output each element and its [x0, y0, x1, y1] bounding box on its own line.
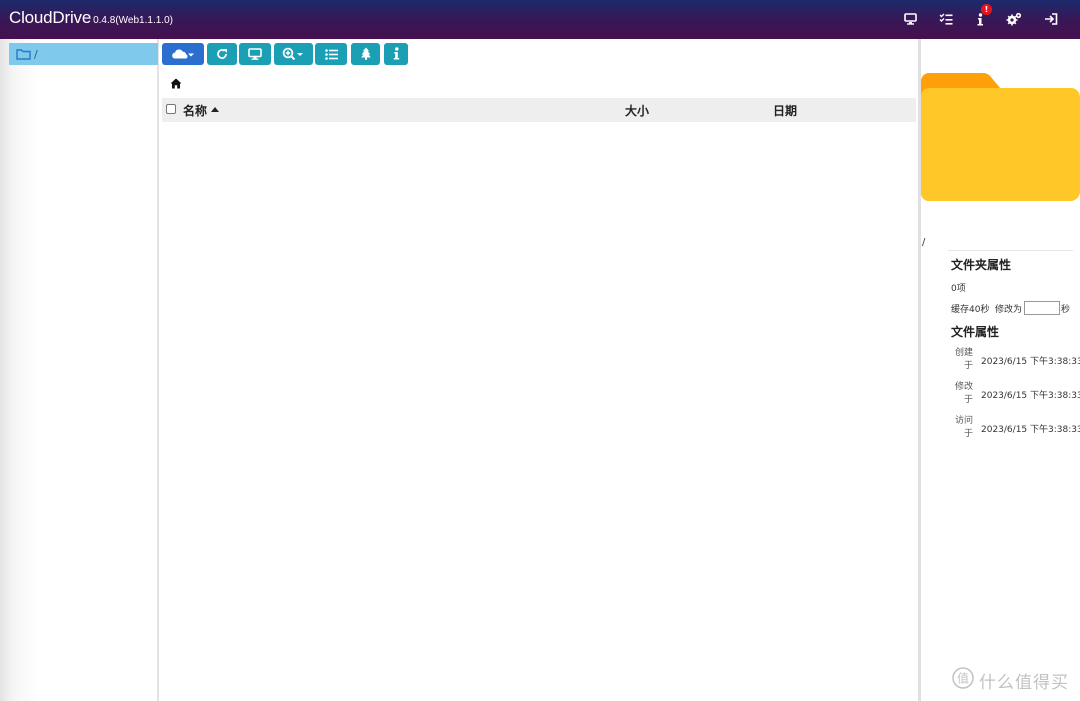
sort-asc-icon [211, 107, 220, 112]
tree-icon [360, 45, 371, 64]
logout-icon[interactable] [1043, 11, 1059, 27]
app-name: CloudDrive [9, 8, 92, 27]
tasks-icon[interactable] [938, 11, 954, 27]
notification-badge: ! [981, 4, 992, 15]
info-icon [393, 45, 400, 64]
breadcrumb-home[interactable] [170, 74, 182, 89]
accessed-label: 访问于 [954, 416, 973, 439]
list-icon [324, 45, 338, 64]
modify-label: 修改为 [995, 305, 1023, 315]
tree-item-label: / [34, 47, 38, 61]
folder-tree-sidebar: / [0, 39, 159, 701]
column-name-header[interactable]: 名称 [183, 102, 220, 119]
info-icon[interactable]: ! [972, 4, 992, 27]
tree-button[interactable] [351, 43, 380, 65]
accessed-value: 2023/6/15 下午3:38:33 [981, 425, 1080, 435]
current-path: / [922, 237, 926, 248]
watermark-text: 什么值得买 [979, 672, 1069, 693]
select-all-checkbox[interactable] [166, 104, 176, 114]
svg-text:值: 值 [957, 671, 969, 686]
details-panel: / 文件夹属性 0项 缓存40秒 修改为 秒 文件属性 创建于 2023/6/1… [921, 39, 1080, 701]
file-props-title: 文件属性 [951, 325, 1000, 339]
refresh-button[interactable] [207, 43, 237, 65]
column-date-header[interactable]: 日期 [773, 102, 797, 119]
app-brand: CloudDrive 0.4.8(Web1.1.1.0) [9, 8, 173, 28]
column-name-label: 名称 [183, 104, 208, 118]
created-value: 2023/6/15 下午3:38:33 [981, 357, 1080, 367]
list-view-button[interactable] [315, 43, 347, 65]
item-count: 0项 [951, 284, 966, 294]
zoom-dropdown-button[interactable] [274, 43, 313, 65]
file-table-header: 名称 大小 日期 [162, 98, 916, 122]
tree-item-root[interactable]: / [9, 43, 158, 65]
cache-label: 缓存40秒 [951, 305, 990, 315]
zoom-in-icon [282, 45, 306, 64]
monitor-button[interactable] [239, 43, 271, 65]
watermark: 值 什么值得买 [952, 667, 1069, 693]
folder-props-title: 文件夹属性 [951, 258, 1012, 272]
cloud-icon [171, 45, 195, 64]
modified-value: 2023/6/15 下午3:38:33 [981, 391, 1080, 401]
cache-seconds-input[interactable] [1024, 301, 1060, 315]
file-list-panel: 名称 大小 日期 [161, 39, 918, 701]
monitor-icon [248, 45, 262, 64]
refresh-icon [216, 45, 228, 64]
modified-label: 修改于 [954, 382, 973, 405]
home-icon [170, 74, 182, 93]
monitor-icon[interactable] [902, 11, 918, 27]
folder-icon [921, 73, 1080, 205]
folder-icon [16, 45, 31, 64]
created-label: 创建于 [954, 348, 973, 371]
info-button[interactable] [384, 43, 408, 65]
cloud-dropdown-button[interactable] [162, 43, 204, 65]
settings-icon[interactable] [1006, 11, 1022, 27]
column-size-header[interactable]: 大小 [625, 102, 649, 119]
seconds-label: 秒 [1061, 305, 1071, 315]
top-bar: CloudDrive 0.4.8(Web1.1.1.0) ! [0, 0, 1080, 39]
details-divider [948, 250, 1073, 251]
watermark-logo-icon: 值 [952, 667, 974, 693]
app-version: 0.4.8(Web1.1.1.0) [93, 15, 173, 26]
